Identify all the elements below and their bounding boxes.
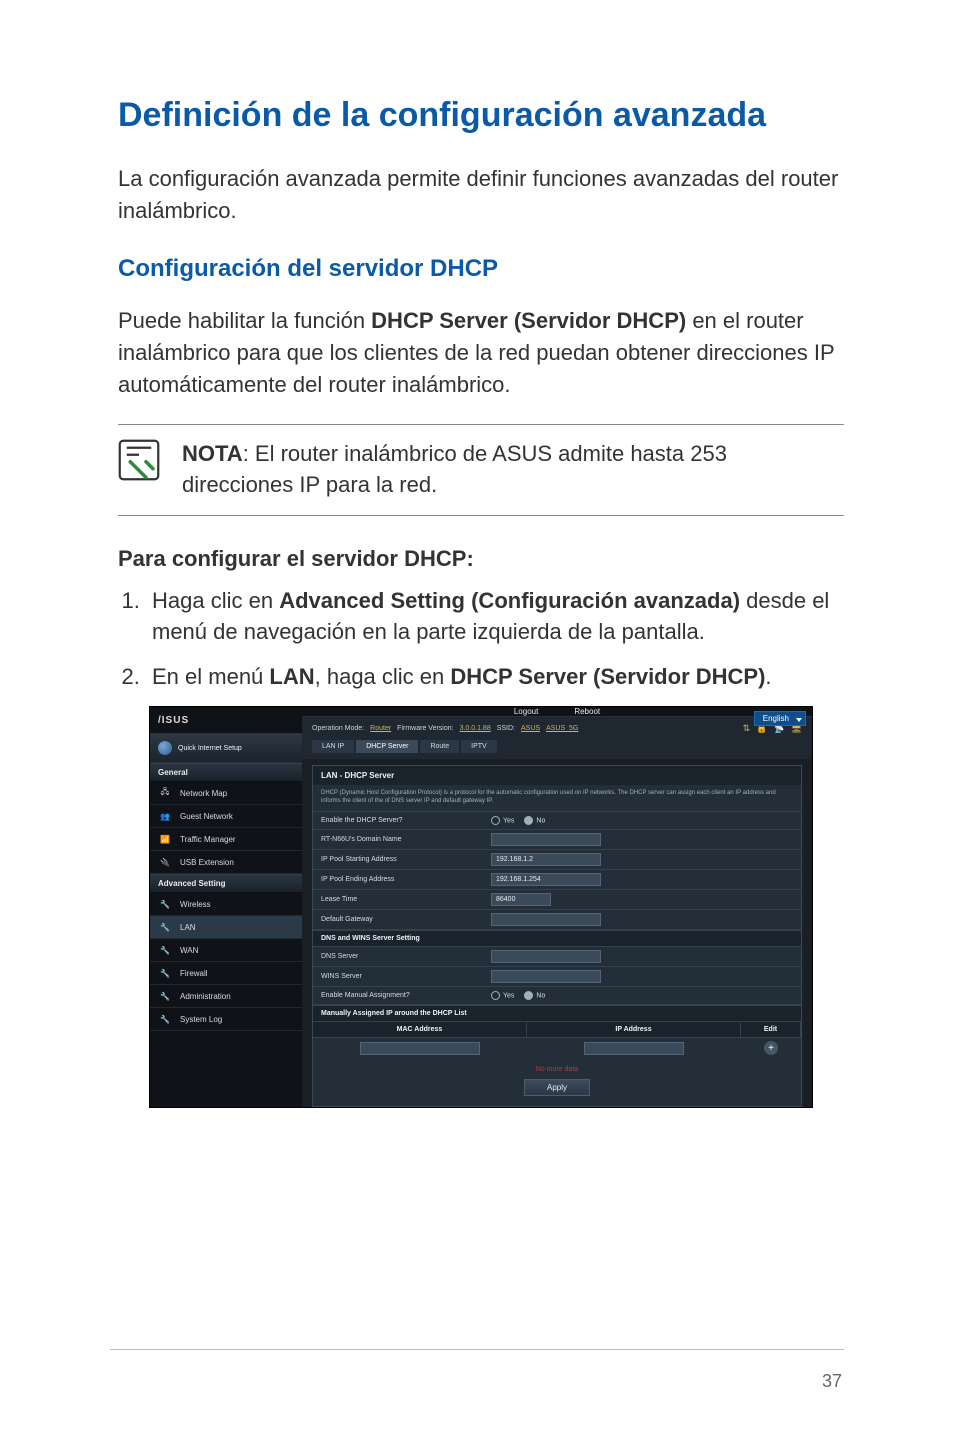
ip-input[interactable] — [584, 1042, 684, 1055]
panel-title: LAN - DHCP Server — [313, 766, 801, 785]
pool-end-input[interactable] — [491, 873, 601, 886]
gateway-input[interactable] — [491, 913, 601, 926]
add-row-button[interactable]: + — [764, 1041, 778, 1055]
domain-input[interactable] — [491, 833, 601, 846]
wrench-icon: 🔧 — [158, 921, 172, 933]
dns-input[interactable] — [491, 950, 601, 963]
step-2: En el menú LAN, haga clic en DHCP Server… — [146, 662, 844, 693]
dhcp-paragraph: Puede habilitar la función DHCP Server (… — [118, 305, 844, 401]
dns-wins-subhead: DNS and WINS Server Setting — [313, 930, 801, 947]
manual-radio[interactable]: Yes No — [491, 991, 545, 1000]
tab-iptv[interactable]: IPTV — [461, 740, 497, 753]
wrench-icon: 🔧 — [158, 944, 172, 956]
sidebar-item-lan[interactable]: 🔧LAN — [150, 916, 302, 939]
content-area: Logout Reboot English Operation Mode: Ro… — [302, 707, 812, 1107]
logout-button[interactable]: Logout — [514, 707, 538, 716]
section-advanced: Advanced Setting — [150, 874, 302, 893]
wrench-icon: 🔧 — [158, 967, 172, 979]
traffic-icon: 📶 — [158, 833, 172, 845]
th-mac: MAC Address — [313, 1022, 527, 1037]
tab-dhcp-server[interactable]: DHCP Server — [356, 740, 418, 753]
note-box: NOTA: El router inalámbrico de ASUS admi… — [118, 424, 844, 516]
reboot-button[interactable]: Reboot — [574, 707, 600, 716]
mac-input[interactable] — [360, 1042, 480, 1055]
tab-route[interactable]: Route — [420, 740, 459, 753]
info-row: Operation Mode: Router Firmware Version:… — [302, 717, 812, 740]
manual-table-head: MAC Address IP Address Edit — [313, 1022, 801, 1037]
dhcp-panel: LAN - DHCP Server DHCP (Dynamic Host Con… — [312, 765, 802, 1107]
wins-input[interactable] — [491, 970, 601, 983]
lease-input[interactable] — [491, 893, 551, 906]
quick-internet-setup[interactable]: Quick Internet Setup — [150, 733, 302, 763]
tabs: LAN IP DHCP Server Route IPTV — [302, 740, 812, 759]
manual-list-subhead: Manually Assigned IP around the DHCP Lis… — [313, 1005, 801, 1022]
pool-start-label: IP Pool Starting Address — [321, 856, 491, 863]
sidebar-item-firewall[interactable]: 🔧Firewall — [150, 962, 302, 985]
sidebar-item-guest-network[interactable]: 👥Guest Network — [150, 805, 302, 828]
sidebar-item-administration[interactable]: 🔧Administration — [150, 985, 302, 1008]
domain-label: RT-N66U's Domain Name — [321, 836, 491, 843]
topbar: Logout Reboot — [302, 707, 812, 717]
th-ip: IP Address — [527, 1022, 741, 1037]
steps-list: Haga clic en Advanced Setting (Configura… — [118, 586, 844, 692]
footer-divider — [110, 1349, 844, 1350]
sidebar-item-network-map[interactable]: 🖧Network Map — [150, 782, 302, 805]
th-edit: Edit — [741, 1022, 801, 1037]
firmware-link[interactable]: 3.0.0.1.88 — [460, 725, 491, 732]
sidebar: /ISUS Quick Internet Setup General 🖧Netw… — [150, 707, 302, 1107]
globe-icon — [158, 741, 172, 755]
wrench-icon: 🔧 — [158, 990, 172, 1002]
note-text: NOTA: El router inalámbrico de ASUS admi… — [182, 439, 844, 501]
dns-label: DNS Server — [321, 953, 491, 960]
pool-end-label: IP Pool Ending Address — [321, 876, 491, 883]
intro-paragraph: La configuración avanzada permite defini… — [118, 163, 844, 227]
enable-dhcp-label: Enable the DHCP Server? — [321, 817, 491, 824]
brand-logo: /ISUS — [150, 707, 302, 733]
wrench-icon: 🔧 — [158, 898, 172, 910]
page-title: Definición de la configuración avanzada — [118, 96, 844, 135]
lease-label: Lease Time — [321, 896, 491, 903]
manual-label: Enable Manual Assignment? — [321, 992, 491, 999]
wrench-icon: 🔧 — [158, 1013, 172, 1025]
note-icon — [118, 439, 160, 481]
section-heading: Configuración del servidor DHCP — [118, 255, 844, 283]
usb-icon: 🔌 — [158, 856, 172, 868]
sidebar-item-usb-extension[interactable]: 🔌USB Extension — [150, 851, 302, 874]
sidebar-item-wan[interactable]: 🔧WAN — [150, 939, 302, 962]
wins-label: WINS Server — [321, 973, 491, 980]
gateway-label: Default Gateway — [321, 916, 491, 923]
sidebar-item-wireless[interactable]: 🔧Wireless — [150, 893, 302, 916]
usb-status-icon: ⇅ — [743, 723, 751, 734]
sidebar-item-system-log[interactable]: 🔧System Log — [150, 1008, 302, 1031]
ssid-link[interactable]: ASUS — [521, 725, 540, 732]
pool-start-input[interactable] — [491, 853, 601, 866]
table-row: + — [313, 1037, 801, 1058]
router-admin-screenshot: /ISUS Quick Internet Setup General 🖧Netw… — [149, 706, 813, 1108]
ssid-5g-link[interactable]: ASUS_5G — [546, 725, 578, 732]
operation-mode-link[interactable]: Router — [370, 725, 391, 732]
no-more-data: No more data — [313, 1066, 801, 1073]
map-icon: 🖧 — [158, 787, 172, 799]
panel-description: DHCP (Dynamic Host Configuration Protoco… — [313, 785, 801, 812]
enable-dhcp-radio[interactable]: Yes No — [491, 816, 545, 825]
steps-title: Para configurar el servidor DHCP: — [118, 546, 844, 572]
tab-lan-ip[interactable]: LAN IP — [312, 740, 354, 753]
section-general: General — [150, 763, 302, 782]
language-select[interactable]: English — [754, 711, 806, 726]
apply-button[interactable]: Apply — [524, 1079, 590, 1096]
sidebar-item-traffic-manager[interactable]: 📶Traffic Manager — [150, 828, 302, 851]
guest-icon: 👥 — [158, 810, 172, 822]
page-number: 37 — [822, 1371, 842, 1392]
step-1: Haga clic en Advanced Setting (Configura… — [146, 586, 844, 648]
